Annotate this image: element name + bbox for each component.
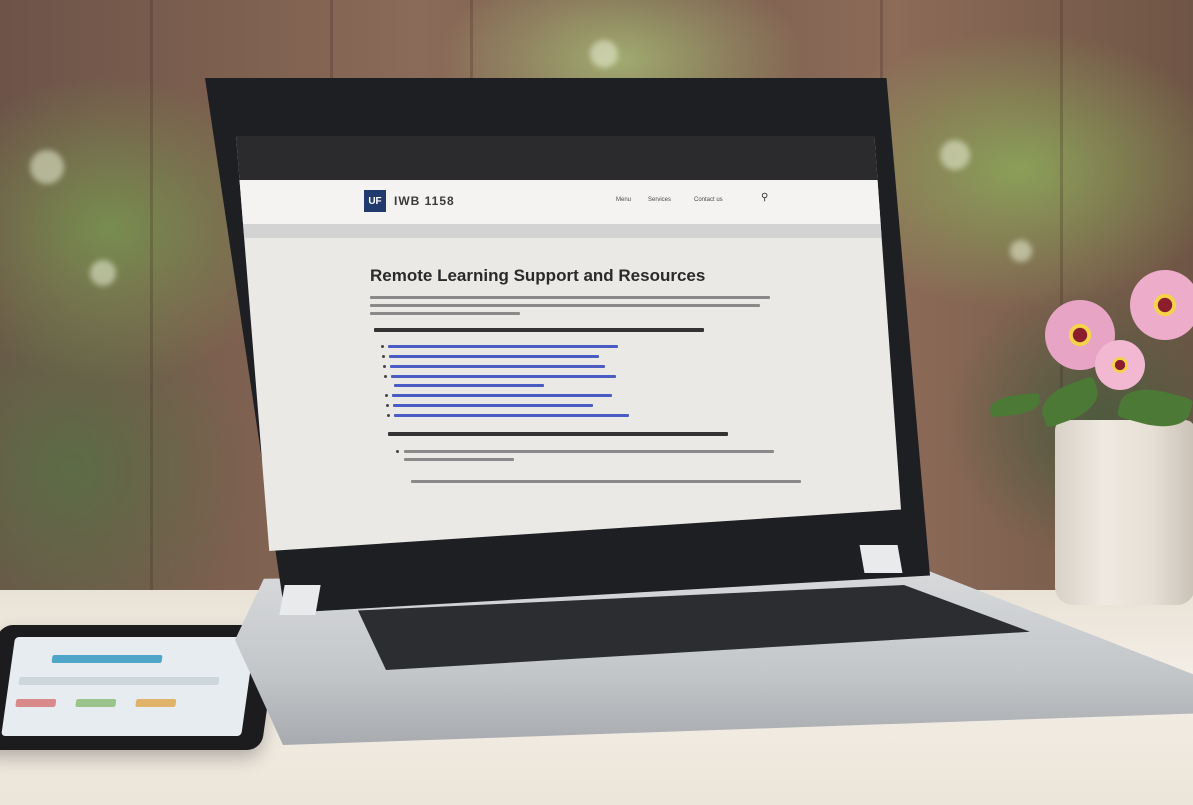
nav-item[interactable]: Contact us [694, 197, 723, 203]
flower-pot [1055, 420, 1193, 605]
nav-item[interactable]: Services [648, 197, 671, 203]
list-bullet [396, 450, 399, 453]
list-bullet [386, 404, 389, 407]
primrose-flower [1130, 270, 1193, 340]
resource-link[interactable] [390, 365, 605, 368]
page-title: Remote Learning Support and Resources [370, 266, 706, 285]
site-header: UF IWB 1158 Menu Services Contact us ⚲ [236, 180, 901, 224]
nav-item[interactable]: Menu [616, 197, 631, 203]
body-text [370, 304, 760, 307]
tablet-ui-bar [18, 677, 220, 685]
list-bullet [383, 365, 386, 368]
laptop-screen: UF IWB 1158 Menu Services Contact us ⚲ R… [236, 136, 901, 551]
browser-chrome [236, 136, 901, 180]
body-text [411, 480, 801, 483]
laptop-hinge [859, 545, 903, 573]
bokeh-highlight [1010, 240, 1032, 262]
bokeh-highlight [590, 40, 618, 68]
section-heading [374, 328, 704, 332]
resource-link[interactable] [391, 375, 616, 378]
search-icon[interactable]: ⚲ [761, 192, 768, 203]
resource-link[interactable] [389, 355, 599, 358]
site-name[interactable]: IWB 1158 [394, 194, 455, 208]
section-heading [388, 432, 728, 436]
breadcrumb [236, 224, 901, 238]
body-text [370, 296, 770, 299]
bokeh-highlight [30, 150, 64, 184]
tablet-ui-bar [75, 699, 117, 707]
tablet-ui-bar [135, 699, 177, 707]
primrose-flower [1095, 340, 1145, 390]
bokeh-highlight [90, 260, 116, 286]
body-text [404, 458, 514, 461]
resource-link[interactable] [388, 345, 618, 348]
resource-link[interactable] [394, 384, 544, 387]
site-logo[interactable]: UF [364, 190, 386, 212]
tablet-ui-bar [15, 699, 57, 707]
list-bullet [381, 345, 384, 348]
laptop-hinge [279, 585, 321, 615]
list-bullet [387, 414, 390, 417]
tablet-screen [1, 637, 256, 736]
fence-slat [150, 0, 153, 600]
list-bullet [382, 355, 385, 358]
bokeh-highlight [940, 140, 970, 170]
body-text [370, 312, 520, 315]
list-bullet [385, 394, 388, 397]
resource-link[interactable] [393, 404, 593, 407]
list-bullet [384, 375, 387, 378]
body-text [404, 450, 774, 453]
resource-link[interactable] [392, 394, 612, 397]
tablet-ui-bar [51, 655, 163, 663]
resource-link[interactable] [394, 414, 629, 417]
